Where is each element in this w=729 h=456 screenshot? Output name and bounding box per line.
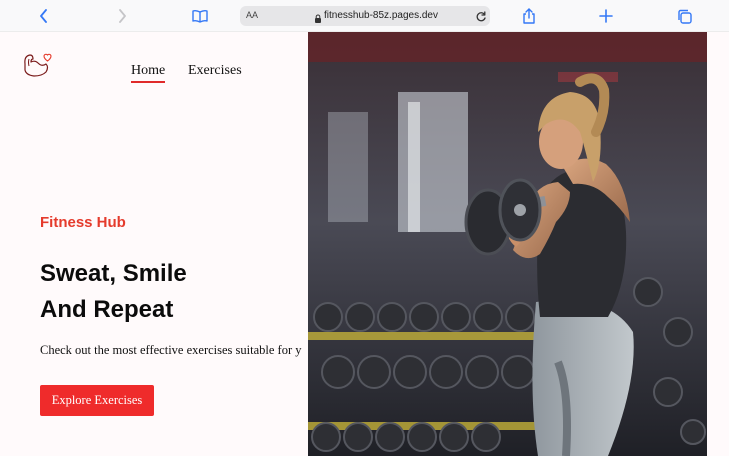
- lock-icon: [314, 11, 322, 29]
- brand-tagline: Fitness Hub: [40, 214, 126, 231]
- new-tab-icon[interactable]: [596, 6, 616, 26]
- text-size-button[interactable]: AA: [246, 10, 258, 20]
- share-icon[interactable]: [519, 6, 539, 26]
- hero-image: [308, 32, 707, 456]
- hero-description: Check out the most effective exercises s…: [40, 343, 302, 357]
- page: Home Exercises Fitness Hub Sweat, Smile …: [0, 32, 729, 456]
- page-gutter: [707, 32, 729, 456]
- address-bar[interactable]: AA fitnesshub-85z.pages.dev: [240, 6, 490, 26]
- url-text: fitnesshub-85z.pages.dev: [324, 10, 438, 21]
- headline-line-2: And Repeat: [40, 296, 174, 323]
- tabs-icon[interactable]: [674, 6, 694, 26]
- forward-icon[interactable]: [112, 6, 132, 26]
- headline-line-1: Sweat, Smile: [40, 260, 187, 287]
- reload-icon[interactable]: [475, 10, 487, 28]
- browser-toolbar: AA fitnesshub-85z.pages.dev: [0, 0, 729, 32]
- explore-exercises-button[interactable]: Explore Exercises: [40, 385, 154, 416]
- back-icon[interactable]: [34, 6, 54, 26]
- bookmarks-icon[interactable]: [190, 6, 210, 26]
- hero-headline: Sweat, Smile And Repeat: [40, 256, 187, 328]
